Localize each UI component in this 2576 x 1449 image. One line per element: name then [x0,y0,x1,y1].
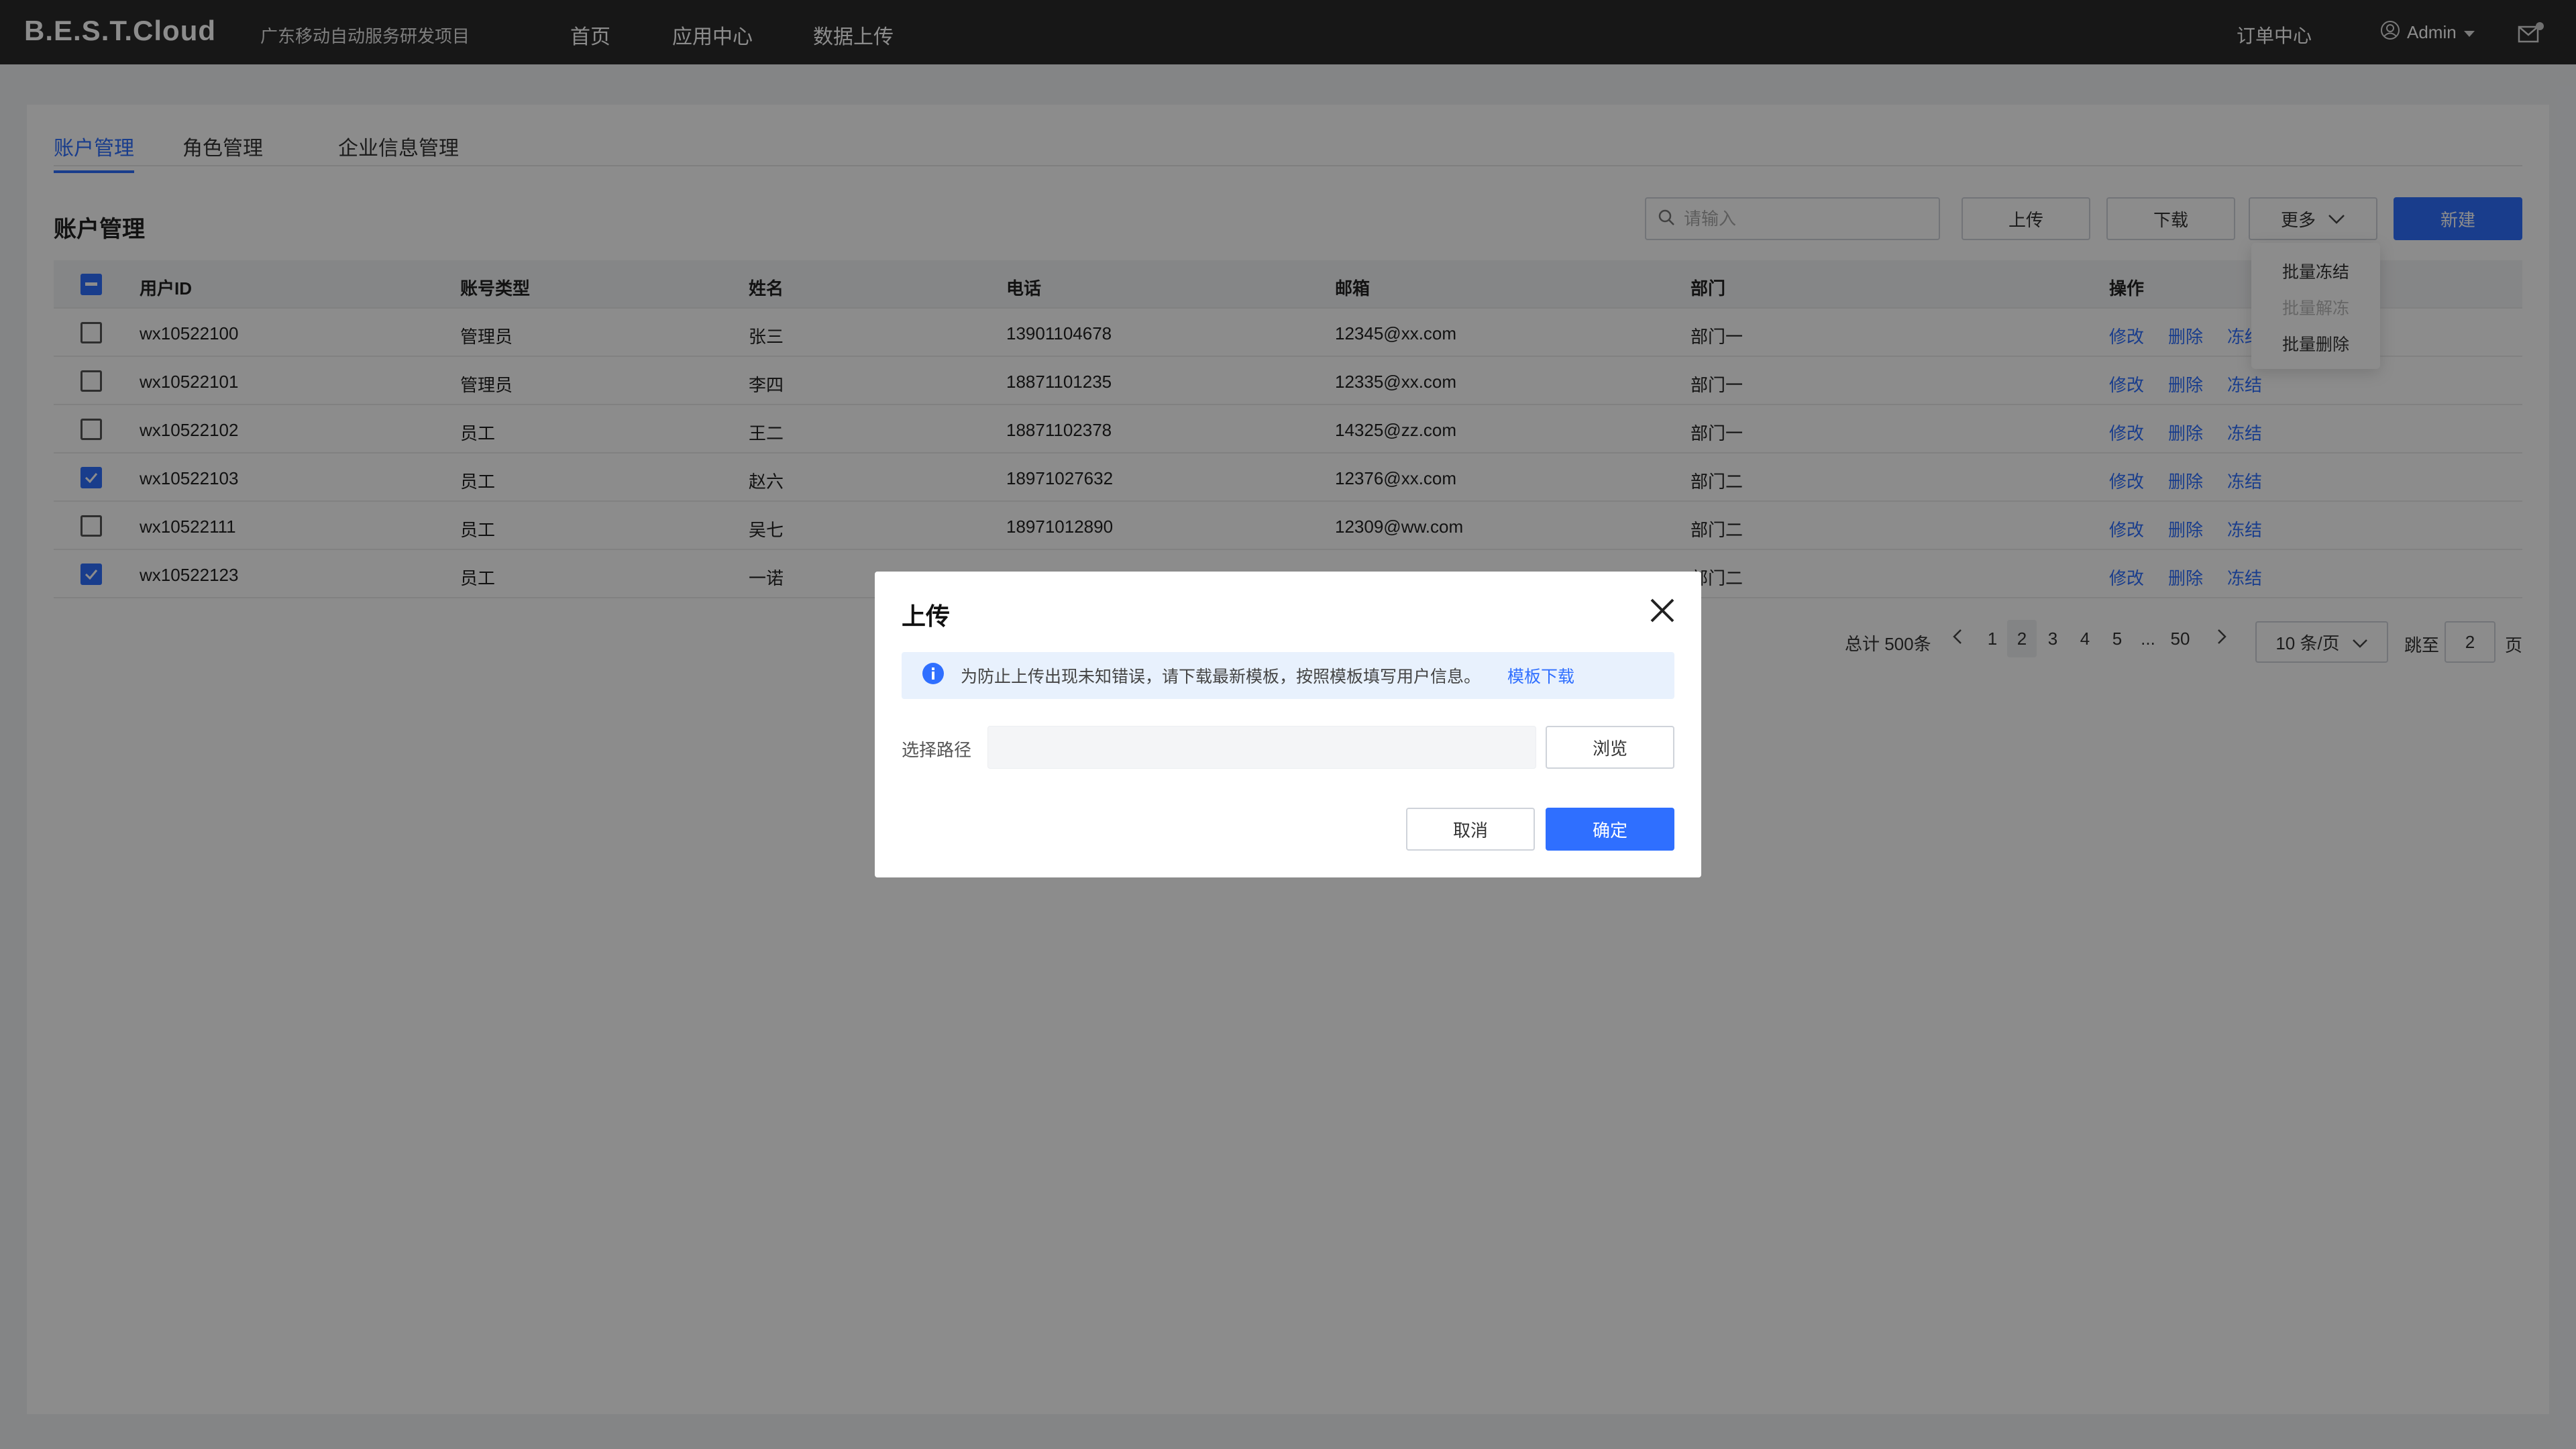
upload-modal: 上传 为防止上传出现未知错误，请下载最新模板，按照模板填写用户信息。 模板下载 … [875,572,1701,877]
modal-close-button[interactable] [1648,596,1677,625]
template-download-link[interactable]: 模板下载 [1507,663,1574,688]
info-text: 为防止上传出现未知错误，请下载最新模板，按照模板填写用户信息。 [961,667,1481,686]
path-label: 选择路径 [902,740,972,760]
browse-button[interactable]: 浏览 [1546,726,1674,769]
path-input[interactable] [987,726,1536,769]
modal-title: 上传 [902,602,951,630]
info-icon [922,662,945,690]
info-alert: 为防止上传出现未知错误，请下载最新模板，按照模板填写用户信息。 模板下载 [902,652,1674,699]
cancel-button[interactable]: 取消 [1406,808,1535,851]
confirm-button[interactable]: 确定 [1546,808,1674,851]
close-icon [1648,598,1677,628]
